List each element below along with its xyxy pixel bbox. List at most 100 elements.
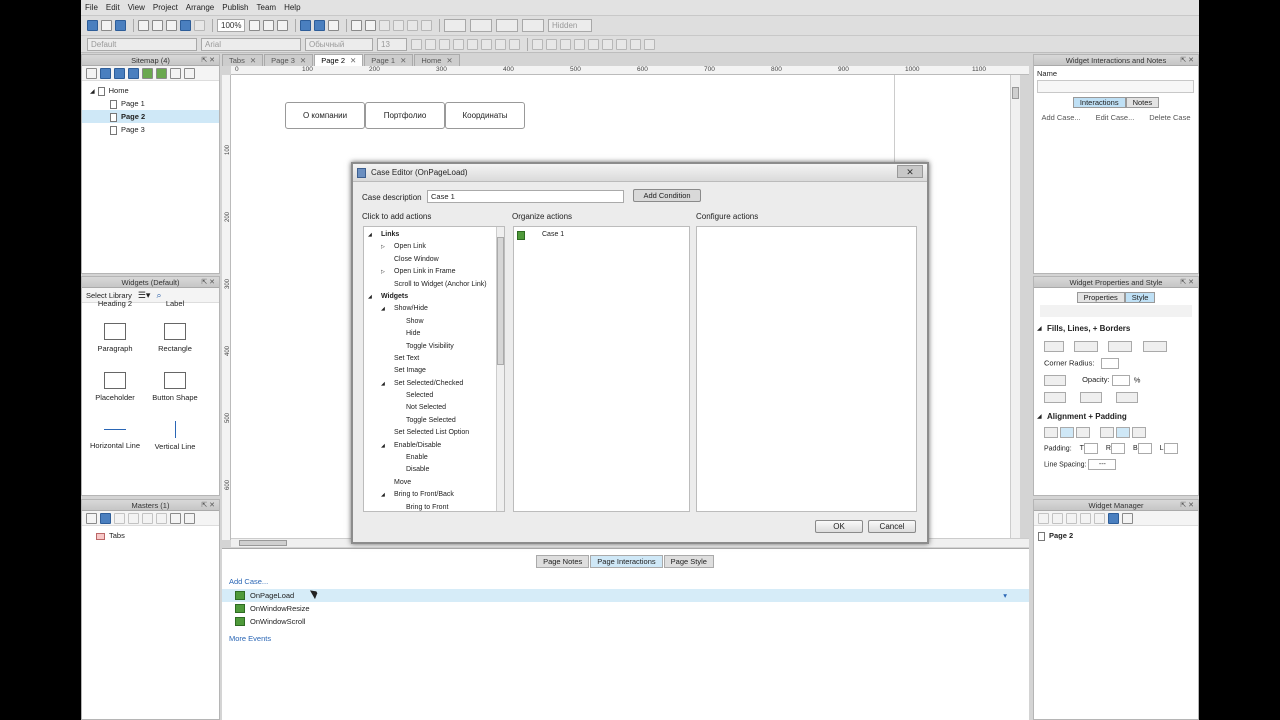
page-tab[interactable]: Page 2 ✕ [314,54,364,66]
fill-icon[interactable] [351,20,362,31]
indent-icon[interactable] [142,512,153,524]
inner-shadow-icon[interactable] [1080,392,1103,403]
search-icon[interactable] [184,67,195,79]
action-item[interactable]: Not Selected [364,402,504,414]
scroll-thumb[interactable] [1012,87,1019,99]
page-tab[interactable]: Page 3 ✕ [264,54,314,66]
nav-button-contacts[interactable]: Координаты [445,102,525,129]
bold-icon[interactable] [411,38,422,50]
preview-icon[interactable] [300,20,311,31]
line-pattern-icon[interactable] [1142,341,1167,352]
lock-icon[interactable] [630,38,641,50]
move-up-icon[interactable] [1066,512,1077,524]
widget-vertical-line[interactable]: Vertical Line [144,421,206,451]
align-right-icon[interactable] [1076,427,1090,438]
paste-icon[interactable] [166,20,177,31]
search-icon[interactable] [1122,512,1133,524]
line-icon[interactable] [365,20,376,31]
shadow-icon[interactable] [1044,375,1066,386]
action-item[interactable]: Toggle Selected [364,415,504,427]
pin-icon[interactable]: ⇱ ✕ [201,277,215,288]
action-item[interactable]: Move [364,477,504,489]
tree-arrow-icon[interactable]: ◢ [368,291,381,303]
more-events-link[interactable]: More Events [229,634,1029,643]
copy-icon[interactable] [152,20,163,31]
action-item[interactable]: ▷ Open Link in Frame [364,266,504,278]
redo-icon[interactable] [194,20,205,31]
close-tab-icon[interactable]: ✕ [350,56,356,65]
action-item[interactable]: Close Window [364,254,504,266]
event-item[interactable]: OnPageLoad ▾ [222,589,1029,602]
indent-icon[interactable] [142,67,153,79]
menu-item-1[interactable]: Edit [106,3,120,12]
alignment-section[interactable]: Alignment + Padding [1034,411,1198,423]
ungroup-icon[interactable] [588,38,599,50]
actions-scrollbar[interactable] [496,227,504,511]
action-item[interactable]: Toggle Visibility [364,341,504,353]
h-field[interactable] [522,19,544,32]
select-icon[interactable] [249,20,260,31]
action-item[interactable]: Set Image [364,365,504,377]
pin-icon[interactable]: ⇱ ✕ [1180,55,1194,66]
name-input[interactable] [1037,80,1194,93]
tree-arrow-icon[interactable]: ▷ [381,266,394,278]
back-icon[interactable] [616,38,627,50]
menu-item-0[interactable]: File [85,3,98,12]
line-style-icon[interactable] [379,20,390,31]
sitemap-item[interactable]: Page 1 [82,97,219,110]
add-master-icon[interactable] [86,512,97,524]
fill-color-icon[interactable] [1044,341,1064,352]
menu-item-6[interactable]: Team [257,3,277,12]
italic-icon[interactable] [425,38,436,50]
font-select[interactable]: Arial [201,37,301,51]
action-item[interactable]: ◢ Widgets [364,291,504,303]
group-icon[interactable] [574,38,585,50]
close-tab-icon[interactable]: ✕ [446,56,452,65]
canvas-scrollbar[interactable] [1010,75,1020,538]
event-item[interactable]: OnWindowScroll [222,615,1029,628]
close-icon[interactable]: ✕ [897,165,923,178]
padding-input[interactable] [1083,443,1098,454]
publish-icon[interactable] [328,20,339,31]
page-tab[interactable]: Tabs ✕ [222,54,264,66]
text-align-left-icon[interactable] [453,38,464,50]
front-icon[interactable] [602,38,613,50]
interactions-tab[interactable]: Interactions [1072,97,1126,108]
move-down-icon[interactable] [1080,512,1091,524]
menu-item-7[interactable]: Help [284,3,300,12]
align-middle-icon[interactable] [1116,427,1131,438]
tree-arrow-icon[interactable]: ◢ [381,303,394,315]
share-icon[interactable] [314,20,325,31]
align-bottom-icon[interactable] [1132,427,1147,438]
padding-input[interactable] [1137,443,1152,454]
add-case-link[interactable]: Add Case... [229,577,1029,586]
action-item[interactable]: Selected [364,390,504,402]
zoom-select[interactable]: 100% [217,19,245,32]
delete-page-icon[interactable] [170,67,181,79]
action-item[interactable]: ▷ Open Link [364,241,504,253]
save-icon[interactable] [115,20,126,31]
pin-icon[interactable]: ⇱ ✕ [1180,500,1194,511]
cut-icon[interactable] [138,20,149,31]
connector-icon[interactable] [263,20,274,31]
action-item[interactable]: ◢ Set Selected/Checked [364,378,504,390]
master-item[interactable]: Tabs [82,529,219,542]
duplicate-icon[interactable] [1052,512,1063,524]
hidden-checkbox[interactable]: Hidden [548,19,592,32]
font-color-icon[interactable] [509,38,520,50]
opacity-input[interactable] [1111,375,1130,386]
arrange-icon[interactable] [532,38,543,50]
tree-arrow-icon[interactable]: ◢ [381,489,394,501]
outdent-icon[interactable] [156,512,167,524]
add-folder-icon[interactable] [100,512,111,524]
move-up-icon[interactable] [114,512,125,524]
interaction-action-link[interactable]: Delete Case [1149,113,1190,122]
cancel-button[interactable]: Cancel [868,520,916,533]
move-down-icon[interactable] [128,67,139,79]
ok-button[interactable]: OK [815,520,863,533]
padding-input[interactable] [1163,443,1178,454]
align-left-icon[interactable] [407,20,418,31]
bullets-icon[interactable] [495,38,506,50]
corner-radius-input[interactable] [1100,358,1119,369]
action-item[interactable]: Scroll to Widget (Anchor Link) [364,279,504,291]
